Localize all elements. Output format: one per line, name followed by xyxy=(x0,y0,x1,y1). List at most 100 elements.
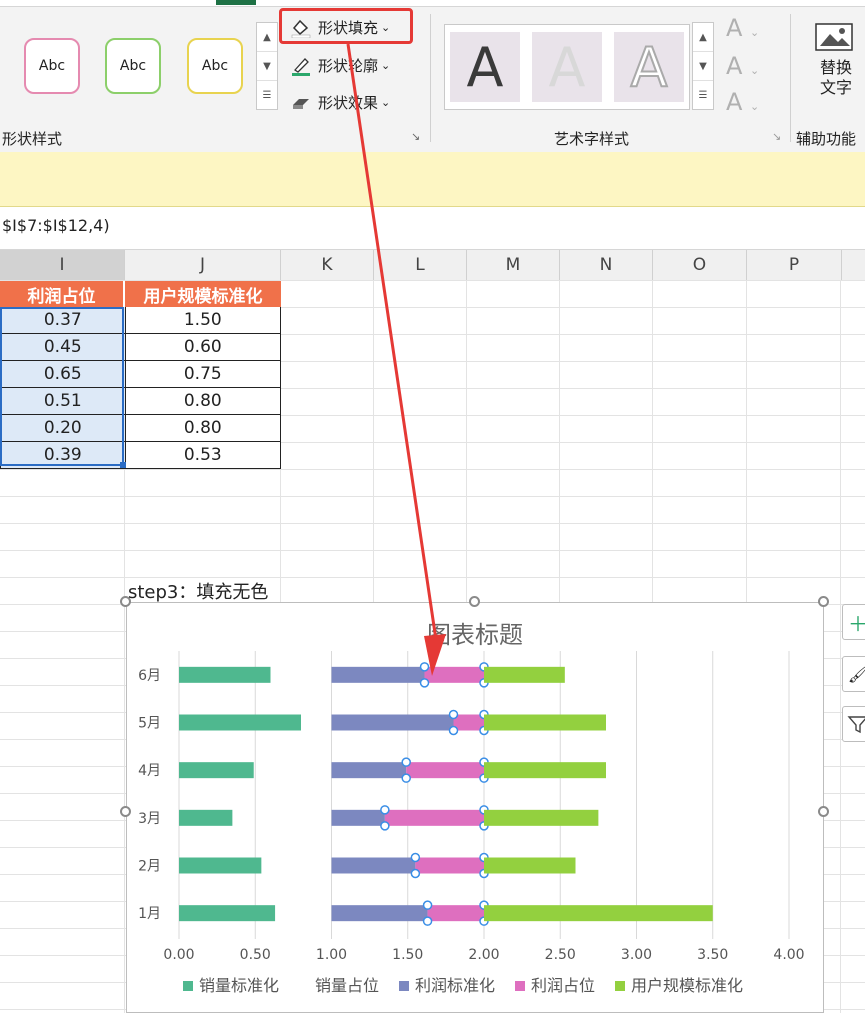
selection-handle xyxy=(401,773,411,783)
selection-handle xyxy=(448,709,459,720)
style-preset-pink[interactable]: Abc xyxy=(24,38,80,94)
legend-label: 利润占位 xyxy=(531,976,595,995)
column-header-N[interactable]: N xyxy=(560,250,653,280)
bar-1 xyxy=(179,762,254,779)
fill-handle[interactable] xyxy=(120,462,126,468)
table-header[interactable]: 利润占位 xyxy=(0,281,125,307)
resize-handle[interactable] xyxy=(818,806,829,817)
bar-4 xyxy=(384,809,484,826)
table-cell[interactable]: 0.80 xyxy=(125,388,280,414)
x-tick-label: 3.00 xyxy=(621,947,652,963)
ribbon-divider xyxy=(430,14,431,142)
column-header-I[interactable]: I xyxy=(0,250,125,280)
style-preset-label: Abc xyxy=(201,58,229,74)
style-preset-green[interactable]: Abc xyxy=(105,38,161,94)
text-outline-icon[interactable]: A ⌄ xyxy=(726,52,759,80)
shape-fill-button[interactable]: 形状填充 ⌄ xyxy=(290,14,390,40)
shape-outline-label: 形状轮廓 xyxy=(318,56,379,75)
column-headers: I J K L M N O P xyxy=(0,250,865,281)
group-label-wordart: 艺术字样式 xyxy=(554,130,630,148)
bar-5 xyxy=(484,809,599,826)
ribbon-divider xyxy=(790,14,791,142)
legend-swatch xyxy=(515,981,525,991)
table-cell[interactable]: 0.75 xyxy=(125,361,280,387)
chevron-up-icon[interactable]: ▲ xyxy=(257,23,277,52)
wordart-style-1[interactable]: A xyxy=(450,32,520,102)
wordart-style-2[interactable]: A xyxy=(532,32,602,102)
column-header-K[interactable]: K xyxy=(281,250,374,280)
chevron-down-icon: ⌄ xyxy=(381,20,391,34)
y-tick-label: 2月 xyxy=(138,859,161,875)
chart-styles-button[interactable]: 🖌 xyxy=(842,656,865,692)
bar-1 xyxy=(179,905,276,922)
x-tick-label: 4.00 xyxy=(773,947,804,963)
column-header-P[interactable]: P xyxy=(747,250,842,280)
table-cell[interactable]: 1.50 xyxy=(125,307,280,333)
resize-handle[interactable] xyxy=(120,806,131,817)
chevron-down-icon[interactable]: ▼ xyxy=(693,52,713,81)
wordart-gallery-scroll[interactable]: ▲ ▼ ☰ xyxy=(692,22,714,110)
pencil-icon xyxy=(290,56,312,76)
table-cell[interactable]: 0.39 xyxy=(1,442,126,468)
chart-title: 图表标题 xyxy=(427,621,523,649)
dialog-launcher-icon[interactable]: ↘ xyxy=(411,130,420,143)
text-fill-icon[interactable]: A ⌄ xyxy=(726,14,759,42)
grid-line xyxy=(840,280,841,1013)
group-label-accessibility: 辅助功能 xyxy=(796,130,857,148)
table-cell[interactable]: 0.51 xyxy=(1,388,126,414)
chevron-up-icon[interactable]: ▲ xyxy=(693,23,713,52)
x-tick-label: 1.00 xyxy=(316,947,347,963)
chevron-down-icon[interactable]: ▼ xyxy=(257,52,277,81)
bar-3 xyxy=(331,666,425,683)
text-effects-icon[interactable]: A ⌄ xyxy=(726,88,759,116)
style-gallery-scroll[interactable]: ▲ ▼ ☰ xyxy=(256,22,278,110)
x-tick-label: 2.00 xyxy=(468,947,499,963)
column-header-M[interactable]: M xyxy=(467,250,560,280)
table-cell[interactable]: 0.20 xyxy=(1,415,126,441)
style-preset-yellow[interactable]: Abc xyxy=(187,38,243,94)
column-header-L[interactable]: L xyxy=(374,250,467,280)
bar-1 xyxy=(179,714,301,731)
table-cell[interactable]: 0.60 xyxy=(125,334,280,360)
more-icon[interactable]: ☰ xyxy=(693,81,713,109)
resize-handle[interactable] xyxy=(469,596,480,607)
bar-1 xyxy=(179,857,262,874)
step-annotation: step3：填充无色 xyxy=(128,582,269,603)
bar-3 xyxy=(331,905,428,922)
style-preset-label: Abc xyxy=(38,58,66,74)
alt-text-button[interactable]: 替换 文字 xyxy=(806,20,865,98)
selection-handle xyxy=(380,805,390,815)
column-header-O[interactable]: O xyxy=(653,250,747,280)
more-icon[interactable]: ☰ xyxy=(257,81,277,109)
shape-effects-button[interactable]: 形状效果 ⌄ xyxy=(290,89,390,115)
x-tick-label: 0.00 xyxy=(163,947,194,963)
chart-filters-button[interactable] xyxy=(842,706,865,742)
chart-elements-button[interactable]: ＋ xyxy=(842,604,865,640)
chart-area[interactable]: 图表标题 0.00 0.50 1.00 1.50 2.00 2.50 3.00 3.50 4.00… xyxy=(126,602,824,1013)
legend-label: 利润标准化 xyxy=(415,976,495,995)
bar-3 xyxy=(331,762,407,779)
bar-4 xyxy=(424,666,484,683)
dialog-launcher-icon[interactable]: ↘ xyxy=(772,130,781,143)
resize-handle[interactable] xyxy=(818,596,829,607)
bar-3 xyxy=(331,857,416,874)
table-cell[interactable]: 0.80 xyxy=(125,415,280,441)
bar-5 xyxy=(484,905,713,922)
resize-handle[interactable] xyxy=(120,596,131,607)
shape-effects-label: 形状效果 xyxy=(318,93,379,112)
chart-svg: 图表标题 0.00 0.50 1.00 1.50 2.00 2.50 3.00 3.50 4.00… xyxy=(138,621,805,995)
brush-icon: 🖌 xyxy=(847,664,865,684)
table-cell[interactable]: 0.45 xyxy=(1,334,126,360)
table-row: 0.51 0.80 xyxy=(1,388,280,415)
table-header[interactable]: 用户规模标准化 xyxy=(125,281,281,307)
alt-text-label-line1: 替换 xyxy=(819,58,852,77)
data-table: 利润占位 用户规模标准化 0.37 1.50 0.45 0.60 0.65 0.75 … xyxy=(0,281,281,469)
selection-handle xyxy=(380,821,390,831)
table-cell[interactable]: 0.65 xyxy=(1,361,126,387)
table-cell[interactable]: 0.53 xyxy=(125,442,280,468)
formula-bar[interactable]: $I$7:$I$12,4) xyxy=(0,207,865,250)
table-cell[interactable]: 0.37 xyxy=(1,307,126,333)
shape-outline-button[interactable]: 形状轮廓 ⌄ xyxy=(290,52,390,78)
wordart-style-3[interactable]: A xyxy=(614,32,684,102)
column-header-J[interactable]: J xyxy=(125,250,281,280)
